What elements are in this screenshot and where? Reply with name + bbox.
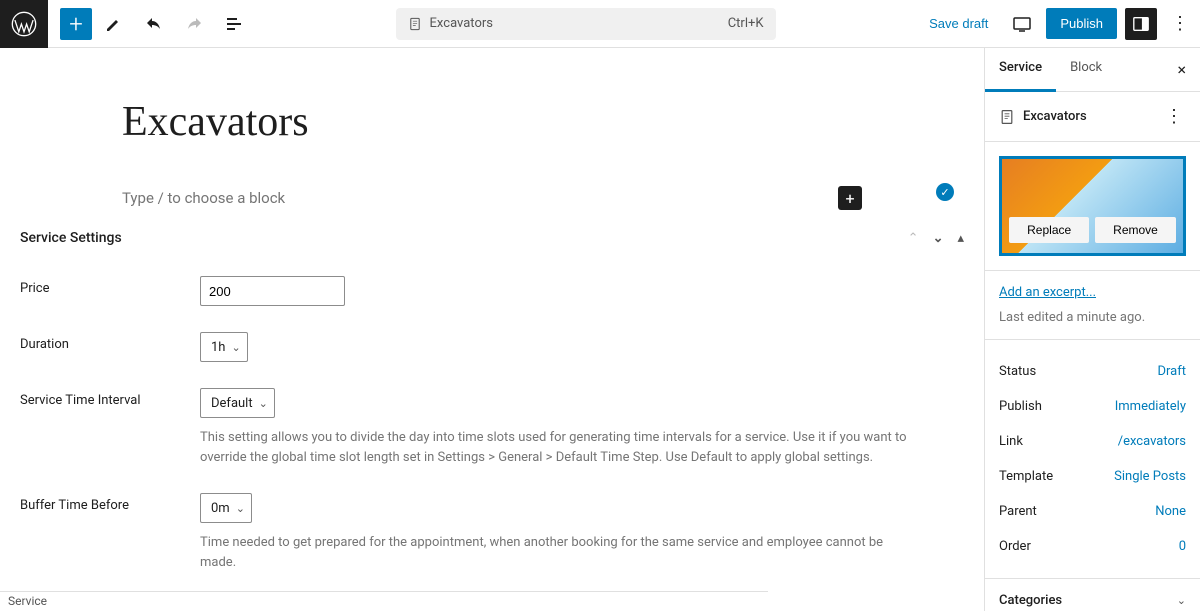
insert-block-button[interactable]: + <box>838 186 862 210</box>
price-input[interactable] <box>200 276 345 306</box>
settings-heading: Service Settings <box>20 230 122 246</box>
status-value[interactable]: Draft <box>1157 364 1186 379</box>
remove-image-button[interactable]: Remove <box>1095 217 1176 243</box>
collapse-up-icon[interactable]: ⌃ <box>908 231 919 246</box>
tab-service[interactable]: Service <box>985 48 1056 91</box>
publish-label: Publish <box>999 399 1042 414</box>
buffer-before-label: Buffer Time Before <box>20 493 200 513</box>
publish-value[interactable]: Immediately <box>1115 399 1186 414</box>
undo-icon[interactable] <box>136 6 172 42</box>
doc-title: Excavators <box>430 16 493 31</box>
block-prompt[interactable]: Type / to choose a block <box>122 189 285 207</box>
wp-logo[interactable] <box>0 0 48 48</box>
breadcrumb[interactable]: Service <box>0 591 768 611</box>
categories-panel[interactable]: Categories ⌄ <box>985 579 1200 611</box>
link-label: Link <box>999 434 1023 449</box>
edit-icon[interactable] <box>96 6 132 42</box>
template-value[interactable]: Single Posts <box>1114 469 1186 484</box>
parent-label: Parent <box>999 504 1037 519</box>
chevron-down-icon: ⌄ <box>1177 594 1186 607</box>
sidebar-title: Excavators <box>1023 109 1087 124</box>
add-block-button[interactable]: + <box>60 8 92 40</box>
more-options-icon[interactable]: ⋮ <box>1165 13 1192 34</box>
publish-button[interactable]: Publish <box>1046 8 1117 39</box>
collapse-top-icon[interactable]: ▴ <box>957 231 964 246</box>
collapse-down-icon[interactable]: ⌄ <box>933 231 944 246</box>
settings-panel-toggle[interactable] <box>1125 8 1157 40</box>
duration-select[interactable]: 1h⌄ <box>200 332 248 362</box>
page-title[interactable]: Excavators <box>122 98 862 146</box>
featured-image[interactable]: Replace Remove <box>999 156 1186 256</box>
close-sidebar-icon[interactable]: × <box>1163 48 1200 91</box>
duration-label: Duration <box>20 332 200 352</box>
outline-icon[interactable] <box>216 6 252 42</box>
buffer-before-select[interactable]: 0m⌄ <box>200 493 252 523</box>
order-label: Order <box>999 539 1031 554</box>
preview-icon[interactable] <box>1006 8 1038 40</box>
save-draft-button[interactable]: Save draft <box>919 10 998 37</box>
chevron-down-icon: ⌄ <box>231 341 240 354</box>
template-label: Template <box>999 469 1053 484</box>
document-pill[interactable]: Excavators Ctrl+K <box>396 8 776 40</box>
buffer-before-desc: Time needed to get prepared for the appo… <box>200 533 920 572</box>
redo-icon <box>176 6 212 42</box>
page-icon <box>999 109 1015 125</box>
tab-block[interactable]: Block <box>1056 48 1116 91</box>
link-value[interactable]: /excavators <box>1118 434 1186 449</box>
price-label: Price <box>20 276 200 296</box>
last-edited-text: Last edited a minute ago. <box>999 310 1145 325</box>
interval-select[interactable]: Default⌄ <box>200 388 275 418</box>
check-badge-icon: ✓ <box>936 183 954 201</box>
chevron-down-icon: ⌄ <box>236 502 245 515</box>
sidebar-more-icon[interactable]: ⋮ <box>1159 106 1186 127</box>
interval-description: This setting allows you to divide the da… <box>200 428 920 467</box>
interval-label: Service Time Interval <box>20 388 200 408</box>
replace-image-button[interactable]: Replace <box>1009 217 1089 243</box>
add-excerpt-link[interactable]: Add an excerpt... <box>999 285 1186 300</box>
order-value[interactable]: 0 <box>1179 539 1186 554</box>
doc-shortcut: Ctrl+K <box>728 16 764 31</box>
page-icon <box>408 17 422 31</box>
parent-value[interactable]: None <box>1155 504 1186 519</box>
status-label: Status <box>999 364 1036 379</box>
chevron-down-icon: ⌄ <box>259 397 268 410</box>
